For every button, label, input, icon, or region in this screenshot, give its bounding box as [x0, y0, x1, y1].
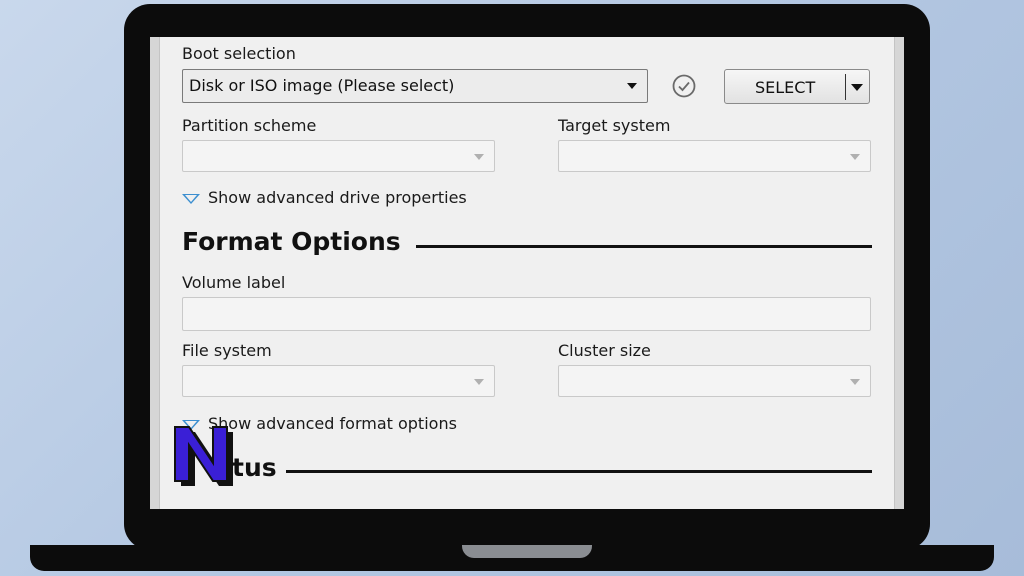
dropdown-arrow-icon[interactable]	[851, 84, 863, 91]
boot-selection-label: Boot selection	[182, 44, 296, 63]
cluster-size-dropdown[interactable]	[558, 365, 871, 397]
split-divider	[845, 74, 846, 100]
status-heading: tus	[232, 453, 277, 482]
file-system-dropdown[interactable]	[182, 365, 495, 397]
advanced-format-label: Show advanced format options	[208, 414, 457, 433]
partition-scheme-label: Partition scheme	[182, 116, 317, 135]
partition-scheme-dropdown[interactable]	[182, 140, 495, 172]
section-rule	[416, 245, 872, 248]
volume-label-label: Volume label	[182, 273, 286, 292]
boot-selection-dropdown[interactable]: Disk or ISO image (Please select)	[182, 69, 648, 103]
chevron-down-icon	[474, 379, 484, 385]
window-right-edge	[894, 37, 904, 509]
file-system-label: File system	[182, 341, 272, 360]
app-window: Boot selection Disk or ISO image (Please…	[150, 37, 904, 509]
expand-triangle-icon	[182, 193, 200, 204]
chevron-down-icon	[627, 83, 637, 89]
format-options-heading: Format Options	[182, 227, 401, 256]
advanced-drive-label: Show advanced drive properties	[208, 188, 467, 207]
cluster-size-label: Cluster size	[558, 341, 651, 360]
boot-selection-value: Disk or ISO image (Please select)	[189, 76, 455, 95]
target-system-label: Target system	[558, 116, 671, 135]
target-system-dropdown[interactable]	[558, 140, 871, 172]
volume-label-input[interactable]	[182, 297, 871, 331]
select-button-label: SELECT	[755, 78, 816, 97]
section-rule	[286, 470, 872, 473]
chevron-down-icon	[474, 154, 484, 160]
channel-logo-icon	[174, 426, 233, 486]
laptop-notch	[462, 545, 592, 558]
chevron-down-icon	[850, 154, 860, 160]
chevron-down-icon	[850, 379, 860, 385]
advanced-drive-toggle[interactable]: Show advanced drive properties	[182, 188, 467, 207]
window-left-edge	[150, 37, 160, 509]
select-button[interactable]: SELECT	[724, 69, 870, 104]
check-circle-icon[interactable]	[672, 74, 696, 98]
